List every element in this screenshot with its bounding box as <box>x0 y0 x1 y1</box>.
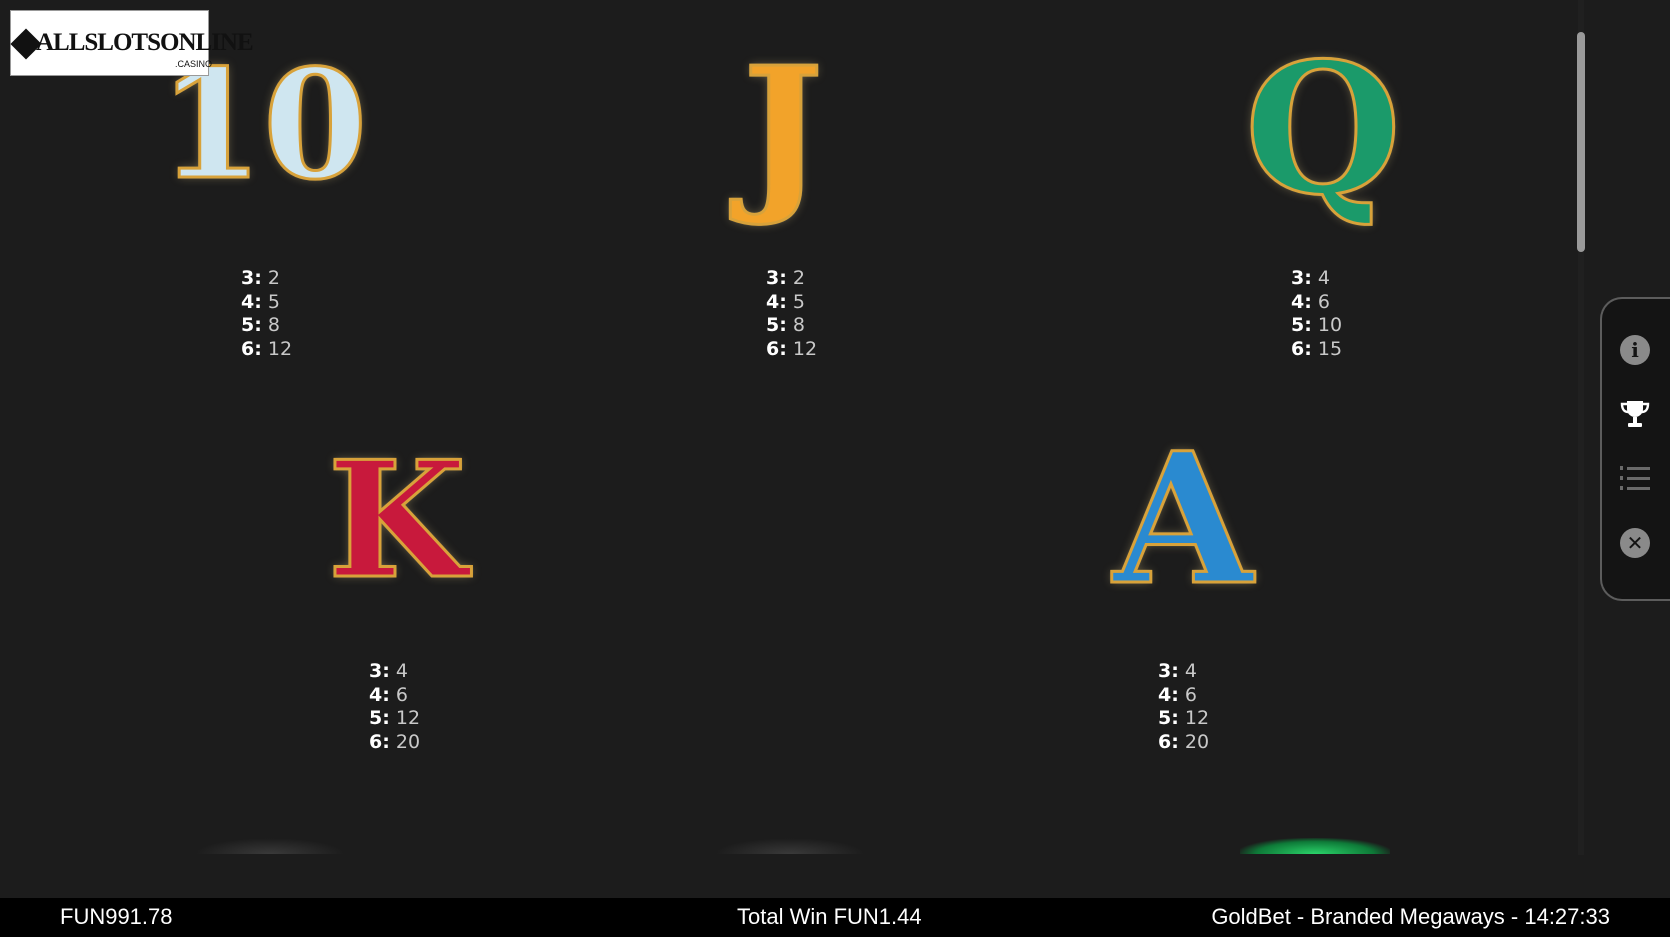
scrollbar-thumb[interactable] <box>1577 32 1585 252</box>
close-button[interactable]: ✕ <box>1618 526 1652 560</box>
symbol-k-paytable: 3: 4 4: 6 5: 12 6: 20 <box>369 660 420 754</box>
pay-row: 3: 4 <box>1291 267 1330 289</box>
close-icon: ✕ <box>1620 528 1650 558</box>
trophy-button[interactable] <box>1618 397 1652 431</box>
info-icon: i <box>1620 335 1650 365</box>
paylines-button[interactable] <box>1618 461 1652 495</box>
pay-row: 3: 2 <box>241 267 280 289</box>
status-bar: FUN991.78 Total Win FUN1.44 GoldBet - Br… <box>0 898 1670 937</box>
symbol-q-glyph: Q <box>1243 24 1403 235</box>
pay-row: 6: 15 <box>1291 337 1343 360</box>
symbol-j-glyph: J <box>741 30 824 230</box>
pay-row: 4: 5 <box>766 290 805 313</box>
pay-row: 6: 12 <box>241 337 293 360</box>
symbol-a-paytable: 3: 4 4: 6 5: 12 6: 20 <box>1158 660 1209 754</box>
side-menu: i ✕ <box>1600 297 1670 601</box>
pay-row: 4: 6 <box>1158 683 1197 706</box>
pay-row: 3: 4 <box>1158 660 1197 682</box>
pay-row: 6: 12 <box>766 337 818 360</box>
info-button[interactable]: i <box>1618 333 1652 367</box>
paytable-area: 10 3: 2 4: 5 5: 8 6: 12 J 3: 2 4: 5 5: 8… <box>0 0 1583 855</box>
pay-row: 4: 6 <box>1291 290 1330 313</box>
symbol-k-glyph: K <box>326 426 468 614</box>
symbol-a-glyph: A <box>1112 414 1255 625</box>
pay-row: 3: 2 <box>766 267 805 289</box>
pay-row: 3: 4 <box>369 660 408 682</box>
pay-row: 4: 5 <box>241 290 280 313</box>
pay-row: 5: 12 <box>369 707 421 729</box>
pay-row: 6: 20 <box>1158 730 1210 753</box>
partial-symbol <box>715 838 865 854</box>
partial-symbol <box>1240 838 1390 854</box>
pay-row: 4: 6 <box>369 683 408 706</box>
total-win-display: Total Win FUN1.44 <box>737 904 922 929</box>
balance-display: FUN991.78 <box>60 904 173 929</box>
pay-row: 6: 20 <box>369 730 421 753</box>
paylines-icon <box>1620 466 1650 490</box>
logo-text: ALLSLOTSONLINE <box>36 29 254 56</box>
watermark-logo: ALLSLOTSONLINE .CASINO <box>10 10 254 76</box>
pay-row: 5: 10 <box>1291 314 1343 336</box>
partial-symbol <box>195 838 345 854</box>
pay-row: 5: 8 <box>241 314 280 336</box>
trophy-icon <box>1620 401 1650 427</box>
symbol-q-paytable: 3: 4 4: 6 5: 10 6: 15 <box>1291 267 1342 361</box>
pay-row: 5: 8 <box>766 314 805 336</box>
symbol-j-paytable: 3: 2 4: 5 5: 8 6: 12 <box>766 267 817 361</box>
game-info-display: GoldBet - Branded Megaways - 14:27:33 <box>1211 904 1610 929</box>
pay-row: 5: 12 <box>1158 707 1210 729</box>
symbol-ten-paytable: 3: 2 4: 5 5: 8 6: 12 <box>241 267 292 361</box>
logo-subtext: .CASINO <box>175 59 213 69</box>
